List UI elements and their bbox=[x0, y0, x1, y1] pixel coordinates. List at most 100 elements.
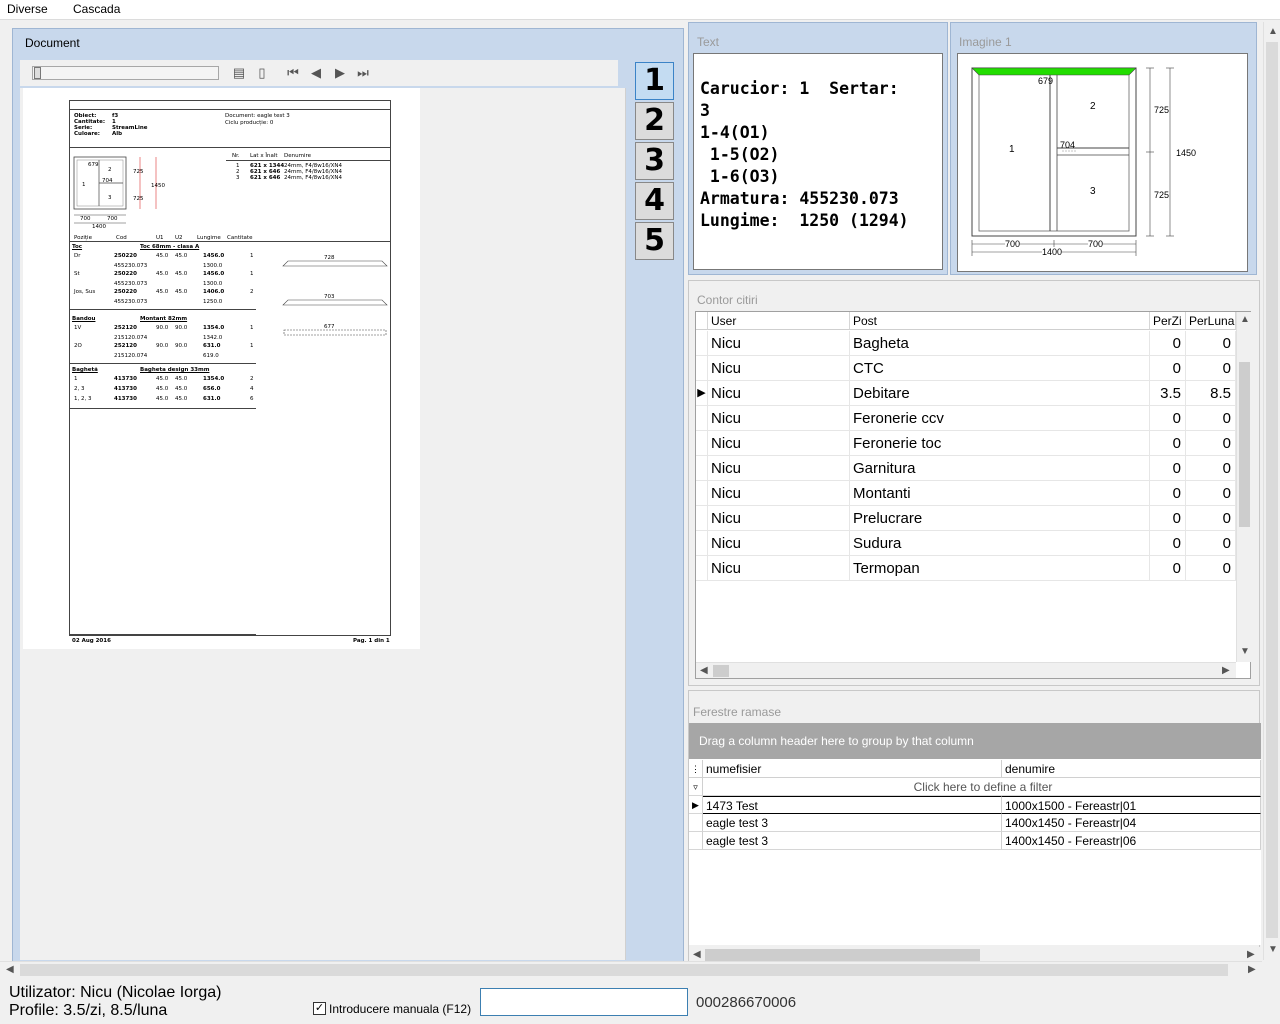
ferestre-grid[interactable]: Drag a column header here to group by th… bbox=[689, 723, 1261, 945]
cell-post[interactable]: Sudura bbox=[850, 531, 1150, 556]
main-hscroll-thumb[interactable] bbox=[20, 964, 1228, 976]
group-by-panel[interactable]: Drag a column header here to group by th… bbox=[689, 723, 1261, 759]
page-setup-icon[interactable]: ▤ bbox=[230, 64, 248, 82]
ferestre-hscroll-thumb[interactable] bbox=[705, 949, 980, 961]
main-scroll-left-icon[interactable]: ◀ bbox=[6, 964, 14, 975]
filter-icon[interactable]: ▿ bbox=[689, 778, 703, 796]
cell-perluna[interactable]: 0 bbox=[1186, 481, 1236, 506]
cell-post[interactable]: Garnitura bbox=[850, 456, 1150, 481]
row-indicator[interactable] bbox=[696, 331, 708, 356]
row-indicator[interactable] bbox=[696, 431, 708, 456]
cell-post[interactable]: Bagheta bbox=[850, 331, 1150, 356]
document-preview-area[interactable]: Obiect: f3 Cantitate: 1 Serie: StreamLin… bbox=[20, 88, 626, 960]
scroll-left-icon[interactable]: ◀ bbox=[700, 665, 708, 676]
scroll-right-icon[interactable]: ▶ bbox=[1222, 665, 1230, 676]
cell-perzi[interactable]: 0 bbox=[1150, 406, 1186, 431]
filter-row[interactable]: Click here to define a filter bbox=[703, 778, 1261, 796]
cell-user[interactable]: Nicu bbox=[708, 331, 850, 356]
contor-hscroll-thumb[interactable] bbox=[713, 665, 729, 677]
cell-user[interactable]: Nicu bbox=[708, 481, 850, 506]
cell-post[interactable]: Termopan bbox=[850, 556, 1150, 581]
contor-citiri-grid[interactable]: User Post PerZi PerLuna Nicu Bagheta 0 0 Nic… bbox=[695, 311, 1251, 679]
main-vertical-scrollbar[interactable]: ▲ ▼ bbox=[1263, 22, 1279, 960]
cell-denumire[interactable]: 1400x1450 - Fereastr|06 bbox=[1002, 832, 1261, 850]
contor-horizontal-scrollbar[interactable]: ◀ ▶ bbox=[696, 662, 1236, 678]
contor-vertical-scrollbar[interactable]: ▲ ▼ bbox=[1236, 312, 1251, 662]
contor-row[interactable]: Nicu Bagheta 0 0 bbox=[696, 331, 1236, 356]
cell-perzi[interactable]: 0 bbox=[1150, 356, 1186, 381]
previous-page-icon[interactable]: ◀ bbox=[307, 64, 325, 82]
cell-perluna[interactable]: 0 bbox=[1186, 406, 1236, 431]
contor-row[interactable]: Nicu Feronerie toc 0 0 bbox=[696, 431, 1236, 456]
page-button-2[interactable]: 2 bbox=[635, 102, 674, 140]
column-header-perluna[interactable]: PerLuna bbox=[1186, 312, 1236, 330]
menu-item-cascada[interactable]: Cascada bbox=[73, 2, 120, 16]
main-horizontal-scrollbar[interactable]: ◀ ▶ bbox=[0, 961, 1262, 977]
cell-post[interactable]: Prelucrare bbox=[850, 506, 1150, 531]
contor-row[interactable]: Nicu Sudura 0 0 bbox=[696, 531, 1236, 556]
ferestre-scroll-left-icon[interactable]: ◀ bbox=[693, 949, 701, 960]
row-indicator[interactable] bbox=[696, 556, 708, 581]
cell-perluna[interactable]: 0 bbox=[1186, 331, 1236, 356]
column-header-post[interactable]: Post bbox=[850, 312, 1150, 330]
row-indicator[interactable] bbox=[696, 406, 708, 431]
cell-perluna[interactable]: 0 bbox=[1186, 431, 1236, 456]
last-page-icon[interactable]: ⏭ bbox=[354, 64, 372, 82]
cell-denumire[interactable]: 1000x1500 - Fereastr|01 bbox=[1002, 796, 1261, 814]
contor-row[interactable]: Nicu Prelucrare 0 0 bbox=[696, 506, 1236, 531]
scroll-up-icon[interactable]: ▲ bbox=[1240, 314, 1250, 325]
ferestre-row-indicator[interactable] bbox=[689, 832, 703, 850]
contor-row[interactable]: Nicu Termopan 0 0 bbox=[696, 556, 1236, 581]
zoom-slider[interactable] bbox=[32, 66, 219, 80]
cell-user[interactable]: Nicu bbox=[708, 456, 850, 481]
column-header-denumire[interactable]: denumire bbox=[1002, 760, 1261, 778]
scroll-down-icon[interactable]: ▼ bbox=[1240, 646, 1250, 657]
next-page-icon[interactable]: ▶ bbox=[331, 64, 349, 82]
row-indicator[interactable]: ▶ bbox=[696, 381, 708, 406]
cell-perzi[interactable]: 0 bbox=[1150, 556, 1186, 581]
cell-perzi[interactable]: 0 bbox=[1150, 506, 1186, 531]
column-header-user[interactable]: User bbox=[708, 312, 850, 330]
barcode-input[interactable] bbox=[480, 988, 688, 1016]
contor-scroll-thumb[interactable] bbox=[1239, 362, 1250, 527]
cell-perluna[interactable]: 0 bbox=[1186, 531, 1236, 556]
single-page-icon[interactable]: ▯ bbox=[253, 64, 271, 82]
cell-post[interactable]: Feronerie toc bbox=[850, 431, 1150, 456]
cell-perluna[interactable]: 0 bbox=[1186, 356, 1236, 381]
ferestre-row-indicator[interactable]: ▶ bbox=[689, 796, 703, 814]
cell-perluna[interactable]: 0 bbox=[1186, 556, 1236, 581]
row-indicator[interactable] bbox=[696, 506, 708, 531]
column-header-numefisier[interactable]: numefisier bbox=[703, 760, 1002, 778]
menu-item-diverse[interactable]: Diverse bbox=[7, 2, 48, 16]
cell-user[interactable]: Nicu bbox=[708, 431, 850, 456]
cell-perluna[interactable]: 8.5 bbox=[1186, 381, 1236, 406]
cell-perzi[interactable]: 0 bbox=[1150, 331, 1186, 356]
row-indicator[interactable] bbox=[696, 356, 708, 381]
cell-user[interactable]: Nicu bbox=[708, 556, 850, 581]
contor-row[interactable]: Nicu Montanti 0 0 bbox=[696, 481, 1236, 506]
zoom-slider-thumb[interactable] bbox=[34, 67, 41, 79]
cell-numefisier[interactable]: eagle test 3 bbox=[703, 832, 1002, 850]
row-indicator[interactable] bbox=[696, 531, 708, 556]
cell-perzi[interactable]: 0 bbox=[1150, 531, 1186, 556]
cell-user[interactable]: Nicu bbox=[708, 531, 850, 556]
main-scroll-right-icon[interactable]: ▶ bbox=[1248, 964, 1256, 975]
cell-denumire[interactable]: 1400x1450 - Fereastr|04 bbox=[1002, 814, 1261, 832]
row-indicator[interactable] bbox=[696, 481, 708, 506]
contor-row[interactable]: Nicu CTC 0 0 bbox=[696, 356, 1236, 381]
row-indicator[interactable] bbox=[696, 456, 708, 481]
cell-user[interactable]: Nicu bbox=[708, 381, 850, 406]
column-chooser-icon[interactable]: ⋮ bbox=[689, 760, 703, 778]
page-button-5[interactable]: 5 bbox=[635, 222, 674, 260]
cell-post[interactable]: CTC bbox=[850, 356, 1150, 381]
cell-perzi[interactable]: 3.5 bbox=[1150, 381, 1186, 406]
contor-row[interactable]: ▶ Nicu Debitare 3.5 8.5 bbox=[696, 381, 1236, 406]
page-button-3[interactable]: 3 bbox=[635, 142, 674, 180]
cell-post[interactable]: Debitare bbox=[850, 381, 1150, 406]
main-scroll-thumb[interactable] bbox=[1266, 42, 1278, 938]
cell-user[interactable]: Nicu bbox=[708, 506, 850, 531]
cell-perzi[interactable]: 0 bbox=[1150, 431, 1186, 456]
ferestre-scroll-right-icon[interactable]: ▶ bbox=[1247, 949, 1255, 960]
main-scroll-up-icon[interactable]: ▲ bbox=[1268, 26, 1278, 37]
cell-post[interactable]: Feronerie ccv bbox=[850, 406, 1150, 431]
